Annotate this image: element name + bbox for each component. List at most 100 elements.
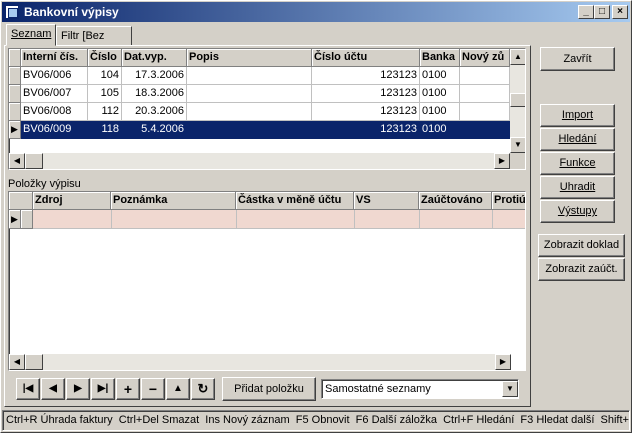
col-header-popis[interactable]: Popis: [187, 49, 312, 67]
col-header-poznamka[interactable]: Poznámka: [111, 192, 236, 210]
cell-banka: 0100: [420, 121, 460, 139]
col-header-zauctovano[interactable]: Zaúčtováno: [419, 192, 492, 210]
cell-datum: 17.3.2006: [122, 67, 187, 85]
cell-novy: [460, 67, 510, 85]
col-header-zdroj[interactable]: Zdroj: [33, 192, 111, 210]
cell-banka: 0100: [420, 85, 460, 103]
row-indicator: [9, 103, 21, 121]
grid-corner: [9, 49, 21, 67]
last-icon[interactable]: ▶|: [91, 378, 115, 400]
maximize-button[interactable]: □: [594, 5, 610, 19]
scroll-up-icon[interactable]: ▲: [510, 49, 525, 65]
table-row[interactable]: BV06/007 105 18.3.2006 123123 0100: [9, 85, 510, 103]
cell-datum: 20.3.2006: [122, 103, 187, 121]
col-header-vs[interactable]: VS: [354, 192, 419, 210]
row-indicator: [9, 67, 21, 85]
col-header-datum[interactable]: Dat.vyp.: [122, 49, 187, 67]
first-icon[interactable]: |◀: [16, 378, 40, 400]
list-mode-value: Samostatné seznamy: [325, 383, 431, 395]
scroll-thumb[interactable]: [510, 93, 525, 107]
table-row-selected[interactable]: ▶ BV06/009 118 5.4.2006 123123 0100: [9, 121, 510, 139]
cell-interni: BV06/007: [21, 85, 88, 103]
scroll-down-icon[interactable]: ▼: [510, 137, 525, 153]
show-document-label: Zobrazit doklad: [543, 239, 620, 251]
cell-popis: [187, 67, 312, 85]
cell-popis: [187, 85, 312, 103]
app-icon: [5, 5, 19, 19]
hscroll-thumb[interactable]: [25, 354, 43, 370]
add-item-label: Přidat položku: [234, 383, 304, 395]
items-grid: Zdroj Poznámka Částka v měně účtu VS Zaú…: [8, 191, 526, 371]
scroll-right-icon[interactable]: ▶: [495, 354, 511, 370]
cell-datum: 5.4.2006: [122, 121, 187, 139]
refresh-icon[interactable]: ↻: [191, 378, 215, 400]
add-item-button[interactable]: Přidat položku: [222, 377, 316, 401]
tab-seznam[interactable]: Seznam: [6, 24, 56, 46]
cell-ucet: 123123: [312, 67, 420, 85]
items-hscrollbar[interactable]: ◀ ▶: [9, 354, 511, 370]
cell-datum: 18.3.2006: [122, 85, 187, 103]
cell-ucet: 123123: [312, 103, 420, 121]
table-row[interactable]: BV06/008 112 20.3.2006 123123 0100: [9, 103, 510, 121]
statements-grid: Interní čís. Číslo Dat.vyp. Popis Číslo …: [8, 48, 526, 170]
cell-interni: BV06/008: [21, 103, 88, 121]
scroll-right-icon[interactable]: ▶: [494, 153, 510, 169]
cell-novy: [460, 103, 510, 121]
show-document-button[interactable]: Zobrazit doklad: [538, 234, 625, 257]
up-icon[interactable]: ▲: [166, 378, 190, 400]
status-bar: Ctrl+R Úhrada faktury Ctrl+Del Smazat In…: [2, 410, 630, 431]
cell-divider: [354, 210, 355, 228]
cell-novy: [460, 121, 510, 139]
close-button[interactable]: Zavřít: [540, 47, 615, 71]
tab-filtr[interactable]: Filtr [Bez filtru]: [56, 26, 132, 60]
functions-label: Funkce: [559, 157, 596, 169]
add-icon[interactable]: +: [116, 378, 140, 400]
window-title: Bankovní výpisy: [24, 5, 119, 19]
col-header-protiucet[interactable]: Protiú: [492, 192, 525, 210]
col-header-novy[interactable]: Nový zů: [460, 49, 510, 67]
row-indicator: [21, 210, 33, 229]
next-icon[interactable]: ▶: [66, 378, 90, 400]
pay-button[interactable]: Uhradit: [540, 176, 615, 199]
cell-interni: BV06/006: [21, 67, 88, 85]
delete-icon[interactable]: −: [141, 378, 165, 400]
col-header-banka[interactable]: Banka: [420, 49, 460, 67]
functions-button[interactable]: Funkce: [540, 152, 615, 175]
row-indicator: [9, 85, 21, 103]
hscroll-thumb[interactable]: [25, 153, 43, 169]
cell-divider: [419, 210, 420, 228]
search-button[interactable]: Hledání: [540, 128, 615, 151]
scroll-corner: [510, 153, 525, 169]
col-header-ucet[interactable]: Číslo účtu: [312, 49, 420, 67]
import-button[interactable]: Import: [540, 104, 615, 127]
status-bar-text: Ctrl+R Úhrada faktury Ctrl+Del Smazat In…: [6, 414, 629, 426]
show-accounting-button[interactable]: Zobrazit zaúčt.: [538, 258, 625, 281]
current-row-arrow-icon: ▶: [9, 210, 21, 229]
statements-hscrollbar[interactable]: ◀ ▶: [9, 153, 510, 169]
cell-novy: [460, 85, 510, 103]
cell-divider: [492, 210, 493, 228]
col-header-interni[interactable]: Interní čís.: [21, 49, 88, 67]
cell-divider: [236, 210, 237, 228]
outputs-label: Výstupy: [557, 205, 598, 217]
minimize-button[interactable]: _: [578, 5, 594, 19]
statements-vscrollbar[interactable]: ▲ ▼: [510, 49, 525, 153]
scroll-left-icon[interactable]: ◀: [9, 354, 25, 370]
col-header-cislo[interactable]: Číslo: [88, 49, 122, 67]
outputs-button[interactable]: Výstupy: [540, 200, 615, 223]
scroll-left-icon[interactable]: ◀: [9, 153, 25, 169]
cell-cislo: 105: [88, 85, 122, 103]
cell-cislo: 112: [88, 103, 122, 121]
cell-divider: [111, 210, 112, 228]
cell-popis: [187, 103, 312, 121]
new-item-cells[interactable]: [33, 210, 525, 229]
cell-interni: BV06/009: [21, 121, 88, 139]
list-mode-select[interactable]: Samostatné seznamy ▼: [321, 379, 519, 399]
chevron-down-icon[interactable]: ▼: [502, 381, 518, 397]
cell-banka: 0100: [420, 103, 460, 121]
prev-icon[interactable]: ◀: [41, 378, 65, 400]
close-window-button[interactable]: ×: [612, 5, 628, 19]
new-item-row[interactable]: ▶: [9, 210, 525, 229]
col-header-castka[interactable]: Částka v měně účtu: [236, 192, 354, 210]
table-row[interactable]: BV06/006 104 17.3.2006 123123 0100: [9, 67, 510, 85]
